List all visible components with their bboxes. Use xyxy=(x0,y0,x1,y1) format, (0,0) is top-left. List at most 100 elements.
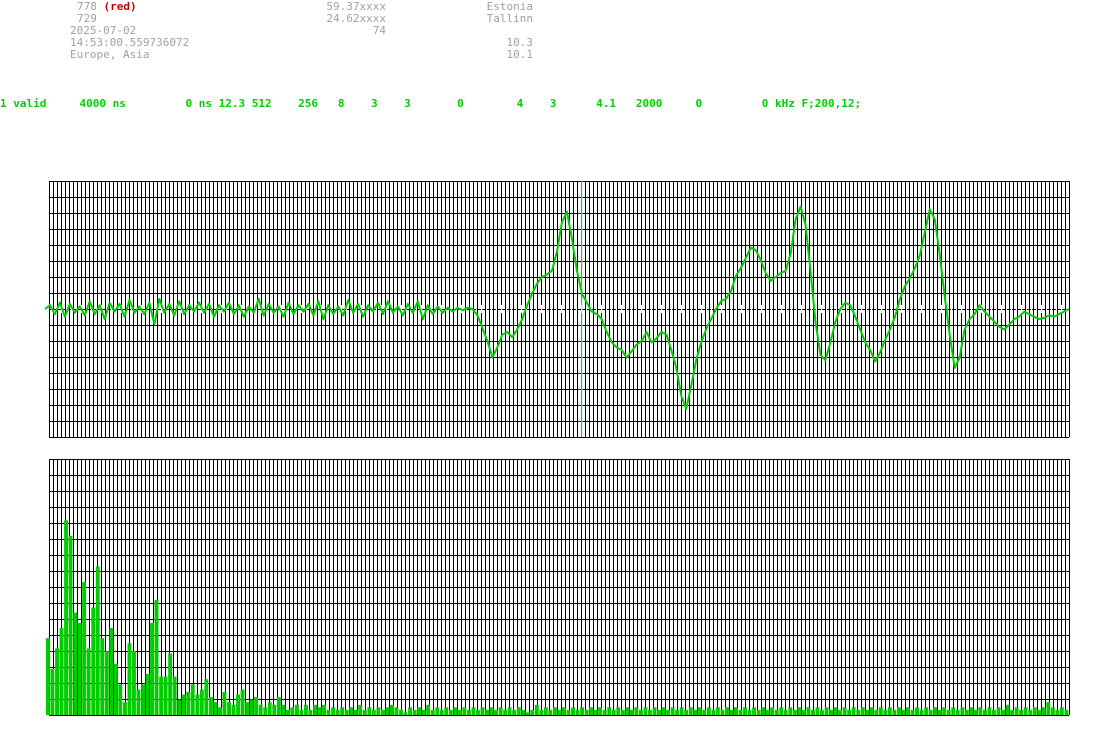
spectrum-bar xyxy=(123,702,127,715)
spectrum-bar xyxy=(557,709,562,715)
spectrum-bar xyxy=(1041,707,1046,715)
spectrum-bar xyxy=(553,707,557,715)
spectrum-bar xyxy=(946,709,951,715)
spectrum-bar xyxy=(933,707,938,715)
spectrum-bar xyxy=(150,622,154,715)
spectrum-bar xyxy=(421,709,426,715)
spectrum-bar xyxy=(865,709,870,715)
spectrum-bar xyxy=(335,709,340,715)
spectrum-bar xyxy=(639,709,643,715)
spectrum-bar xyxy=(824,707,829,715)
spectrum-bar xyxy=(833,707,838,715)
spectrum-bar xyxy=(507,707,512,715)
spectrum-bar xyxy=(136,689,141,715)
spectrum-bar xyxy=(91,607,96,715)
spectrum-bar xyxy=(792,709,797,715)
spectrum-bar xyxy=(254,697,259,715)
spectrum-bar xyxy=(1028,709,1033,715)
spectrum-bar xyxy=(530,709,535,715)
spectrum-bar xyxy=(697,707,702,715)
spectrum-bar xyxy=(688,707,693,715)
spectrum-bar xyxy=(711,709,716,715)
spectrum-bar xyxy=(829,709,833,715)
spectrum-bar xyxy=(1046,702,1051,715)
spectrum-bar xyxy=(1014,707,1019,715)
spectrum-bar xyxy=(73,612,78,715)
spectrum-bar xyxy=(77,622,82,715)
spectrum-bar xyxy=(453,707,458,715)
spectrum-bar xyxy=(435,707,440,715)
spectrum-bar xyxy=(439,709,444,715)
spectrum-bar xyxy=(376,707,381,715)
spectrum-bar xyxy=(657,709,661,715)
spectrum-bar xyxy=(485,709,489,715)
spectrum-bar xyxy=(928,709,933,715)
spectrum-bar xyxy=(702,709,707,715)
spectrum-bar xyxy=(571,707,575,715)
spectrum-bar xyxy=(371,709,376,715)
spectrum-bar xyxy=(222,692,227,715)
spectrum-bar xyxy=(127,643,132,715)
spectrum-bar xyxy=(272,704,277,715)
spectrum-bar xyxy=(340,707,345,715)
spectrum-bar xyxy=(593,709,598,715)
spectrum-bar xyxy=(752,707,756,715)
spectrum-bar xyxy=(806,707,811,715)
spectrum-bar xyxy=(543,707,548,715)
spectrum-bar xyxy=(304,704,308,715)
spectrum-bar xyxy=(856,709,861,715)
spectrum-bar xyxy=(964,709,969,715)
spectrum-bar xyxy=(417,707,422,715)
spectrum-bar xyxy=(747,709,752,715)
spectrum-bar xyxy=(992,709,996,715)
spectrum-bar xyxy=(1010,709,1015,715)
spectrum-bar xyxy=(489,707,494,715)
spectrum-bar xyxy=(457,709,462,715)
spectrum-bar xyxy=(955,709,960,715)
spectrum-bar xyxy=(394,707,399,715)
spectrum-bar xyxy=(521,709,526,715)
spectrum-grid xyxy=(49,459,1070,716)
spectrum-bar xyxy=(204,679,209,715)
spectrum-bar xyxy=(145,674,150,715)
spectrum-bar xyxy=(385,707,390,715)
waveform-panel xyxy=(44,181,1070,438)
spectrum-bar xyxy=(874,709,879,715)
spectrum-bar xyxy=(869,707,874,715)
spectrum-bar xyxy=(249,699,254,715)
spectrum-bar xyxy=(996,707,1001,715)
spectrum-bar xyxy=(209,697,213,715)
spectrum-bar xyxy=(276,697,281,715)
spectrum-bar xyxy=(860,707,865,715)
spectrum-bar xyxy=(575,709,580,715)
spectrum-bar xyxy=(525,712,530,715)
spectrum-bar xyxy=(172,676,177,715)
spectrum-bar xyxy=(851,707,856,715)
spectrum-bar xyxy=(408,707,412,715)
spectrum-bar xyxy=(679,707,684,715)
spectrum-bar xyxy=(295,704,299,715)
spectrum-bar xyxy=(313,704,317,715)
spectrum-bar xyxy=(104,651,109,715)
spectrum-bar xyxy=(245,702,250,715)
spectrum-bar xyxy=(1050,707,1055,715)
spectrum-bar xyxy=(390,704,394,715)
spectrum-bar xyxy=(770,707,775,715)
spectrum-bar xyxy=(430,709,435,715)
spectrum-bar xyxy=(82,581,87,715)
spectrum-bar xyxy=(811,709,815,715)
spectrum-bar xyxy=(1019,709,1024,715)
spectrum-bar xyxy=(55,648,59,715)
spectrum-bar xyxy=(734,707,738,715)
spectrum-bar xyxy=(448,709,453,715)
spectrum-bar xyxy=(181,694,186,715)
spectrum-bar xyxy=(910,709,915,715)
spectrum-bar xyxy=(46,638,50,715)
spectrum-bar xyxy=(218,707,222,715)
spectrum-bar xyxy=(299,709,304,715)
spectrum-bar xyxy=(942,707,947,715)
spectrum-bar xyxy=(494,709,498,715)
spectrum-bar xyxy=(86,648,91,715)
spectrum-bar xyxy=(901,709,906,715)
spectrum-bar xyxy=(467,709,471,715)
